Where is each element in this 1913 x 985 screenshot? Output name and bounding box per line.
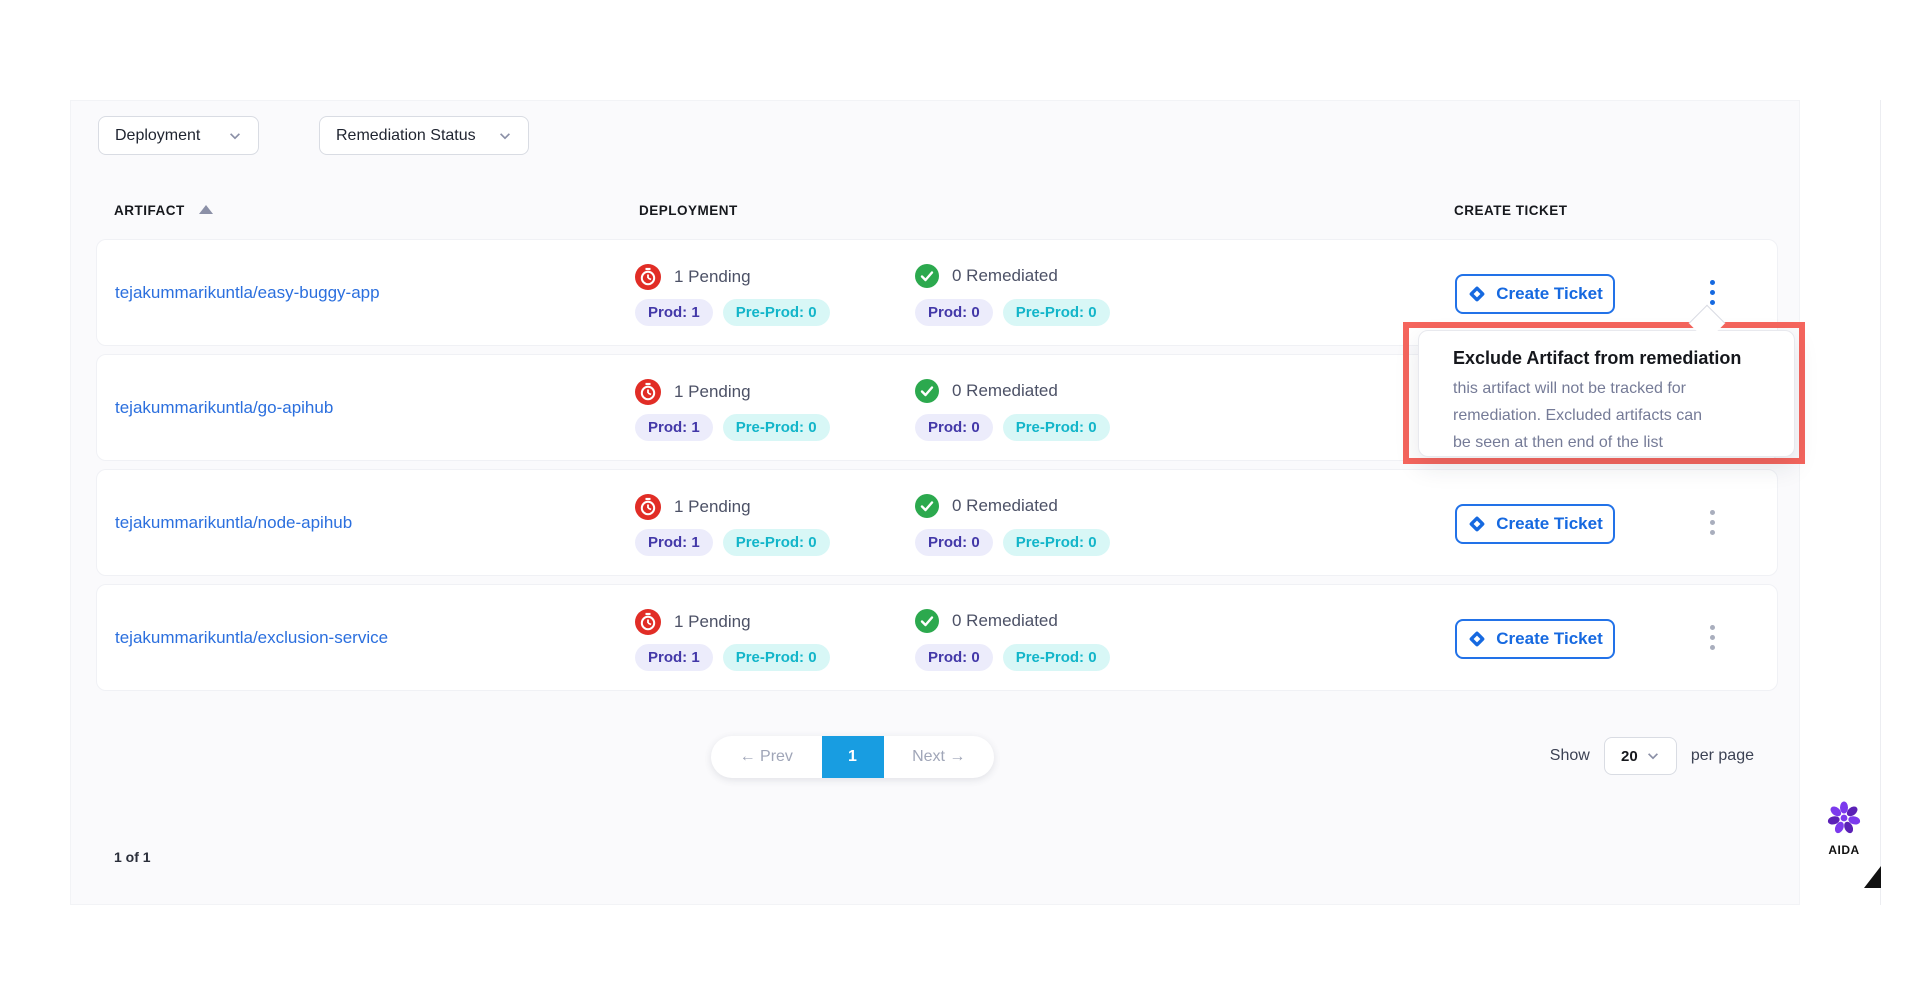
aida-brand-label: AIDA — [1822, 843, 1866, 857]
sort-ascending-icon — [199, 205, 213, 214]
preprod-badge: Pre-Prod: 0 — [723, 414, 830, 441]
remediated-check-icon — [915, 609, 939, 633]
pending-count-label: 1 Pending — [674, 612, 751, 632]
pending-count-label: 1 Pending — [674, 382, 751, 402]
pending-count-label: 1 Pending — [674, 267, 751, 287]
preprod-badge: Pre-Prod: 0 — [1003, 414, 1110, 441]
exclude-artifact-tooltip: Exclude Artifact from remediation this a… — [1418, 330, 1795, 457]
show-label: Show — [1550, 747, 1590, 765]
page: Deployment Remediation Status ARTIFACT D… — [0, 0, 1913, 985]
chevron-down-icon — [1646, 749, 1660, 763]
deployment-filter-label: Deployment — [115, 127, 200, 145]
remediated-check-icon — [915, 494, 939, 518]
remediated-check-icon — [915, 379, 939, 403]
create-ticket-button[interactable]: Create Ticket — [1455, 504, 1615, 544]
table-row: tejakummarikuntla/exclusion-service 1 Pe… — [96, 584, 1778, 691]
tooltip-body: this artifact will not be tracked for re… — [1453, 375, 1794, 456]
remediated-count-label: 0 Remediated — [952, 611, 1058, 631]
create-ticket-button[interactable]: Create Ticket — [1455, 619, 1615, 659]
artifact-link[interactable]: tejakummarikuntla/easy-buggy-app — [115, 240, 380, 345]
chevron-down-icon — [498, 129, 512, 143]
deployment-filter-dropdown[interactable]: Deployment — [98, 116, 259, 155]
scrollbar[interactable] — [1880, 100, 1881, 905]
preprod-badge: Pre-Prod: 0 — [1003, 644, 1110, 671]
artifact-header-label: ARTIFACT — [114, 203, 185, 218]
tooltip-title: Exclude Artifact from remediation — [1453, 348, 1794, 369]
deployment-column-header: DEPLOYMENT — [639, 196, 738, 226]
prod-badge: Prod: 1 — [635, 299, 713, 326]
per-page-label: per page — [1691, 747, 1754, 765]
next-page-button[interactable]: Next → — [884, 736, 995, 778]
remediation-status-filter-label: Remediation Status — [336, 127, 476, 145]
filter-bar: Deployment Remediation Status — [98, 116, 529, 155]
artifact-link[interactable]: tejakummarikuntla/node-apihub — [115, 470, 352, 575]
prev-page-button[interactable]: ← Prev — [711, 736, 822, 778]
preprod-badge: Pre-Prod: 0 — [723, 644, 830, 671]
prod-badge: Prod: 0 — [915, 299, 993, 326]
prod-badge: Prod: 1 — [635, 529, 713, 556]
artifact-table-body: tejakummarikuntla/easy-buggy-app 1 Pendi… — [96, 239, 1778, 699]
page-size-value: 20 — [1621, 748, 1638, 765]
remediation-status-filter-dropdown[interactable]: Remediation Status — [319, 116, 529, 155]
remediated-check-icon — [915, 264, 939, 288]
page-size-dropdown[interactable]: 20 — [1604, 737, 1677, 775]
table-header: ARTIFACT DEPLOYMENT CREATE TICKET — [71, 196, 1799, 226]
tooltip-body-line: this artifact will not be tracked for — [1453, 375, 1794, 402]
create-ticket-label: Create Ticket — [1496, 629, 1602, 649]
pending-count-label: 1 Pending — [674, 497, 751, 517]
remediated-count-label: 0 Remediated — [952, 266, 1058, 286]
pending-timer-icon — [635, 494, 661, 520]
pending-timer-icon — [635, 379, 661, 405]
prod-badge: Prod: 1 — [635, 414, 713, 441]
prod-badge: Prod: 0 — [915, 644, 993, 671]
aida-brand-badge[interactable]: AIDA — [1822, 800, 1866, 857]
page-size-control: Show 20 per page — [1550, 734, 1754, 778]
prod-badge: Prod: 0 — [915, 529, 993, 556]
jira-diamond-icon — [1467, 284, 1487, 304]
remediated-count-label: 0 Remediated — [952, 381, 1058, 401]
create-ticket-button[interactable]: Create Ticket — [1455, 274, 1615, 314]
artifact-link[interactable]: tejakummarikuntla/go-apihub — [115, 355, 333, 460]
preprod-badge: Pre-Prod: 0 — [1003, 299, 1110, 326]
jira-diamond-icon — [1467, 629, 1487, 649]
tooltip-body-line: remediation. Excluded artifacts can — [1453, 402, 1794, 429]
remediated-count-label: 0 Remediated — [952, 496, 1058, 516]
preprod-badge: Pre-Prod: 0 — [1003, 529, 1110, 556]
create-ticket-label: Create Ticket — [1496, 514, 1602, 534]
mouse-cursor — [1864, 866, 1881, 888]
row-actions-kebab-menu[interactable] — [1698, 470, 1726, 575]
create-ticket-column-header: CREATE TICKET — [1454, 196, 1568, 226]
aida-flower-icon — [1826, 800, 1862, 836]
preprod-badge: Pre-Prod: 0 — [723, 529, 830, 556]
page-count-summary: 1 of 1 — [114, 836, 151, 878]
prod-badge: Prod: 1 — [635, 644, 713, 671]
artifact-link[interactable]: tejakummarikuntla/exclusion-service — [115, 585, 388, 690]
current-page-button[interactable]: 1 — [822, 736, 884, 778]
pending-timer-icon — [635, 264, 661, 290]
preprod-badge: Pre-Prod: 0 — [723, 299, 830, 326]
prod-badge: Prod: 0 — [915, 414, 993, 441]
pending-timer-icon — [635, 609, 661, 635]
artifact-column-header[interactable]: ARTIFACT — [114, 196, 213, 226]
chevron-down-icon — [228, 129, 242, 143]
jira-diamond-icon — [1467, 514, 1487, 534]
pagination-control: ← Prev 1 Next → — [711, 736, 994, 778]
create-ticket-label: Create Ticket — [1496, 284, 1602, 304]
row-actions-kebab-menu[interactable] — [1698, 585, 1726, 690]
table-row: tejakummarikuntla/node-apihub 1 Pending … — [96, 469, 1778, 576]
remediation-panel: Deployment Remediation Status ARTIFACT D… — [70, 100, 1800, 905]
tooltip-body-line: be seen at then end of the list — [1453, 429, 1794, 456]
